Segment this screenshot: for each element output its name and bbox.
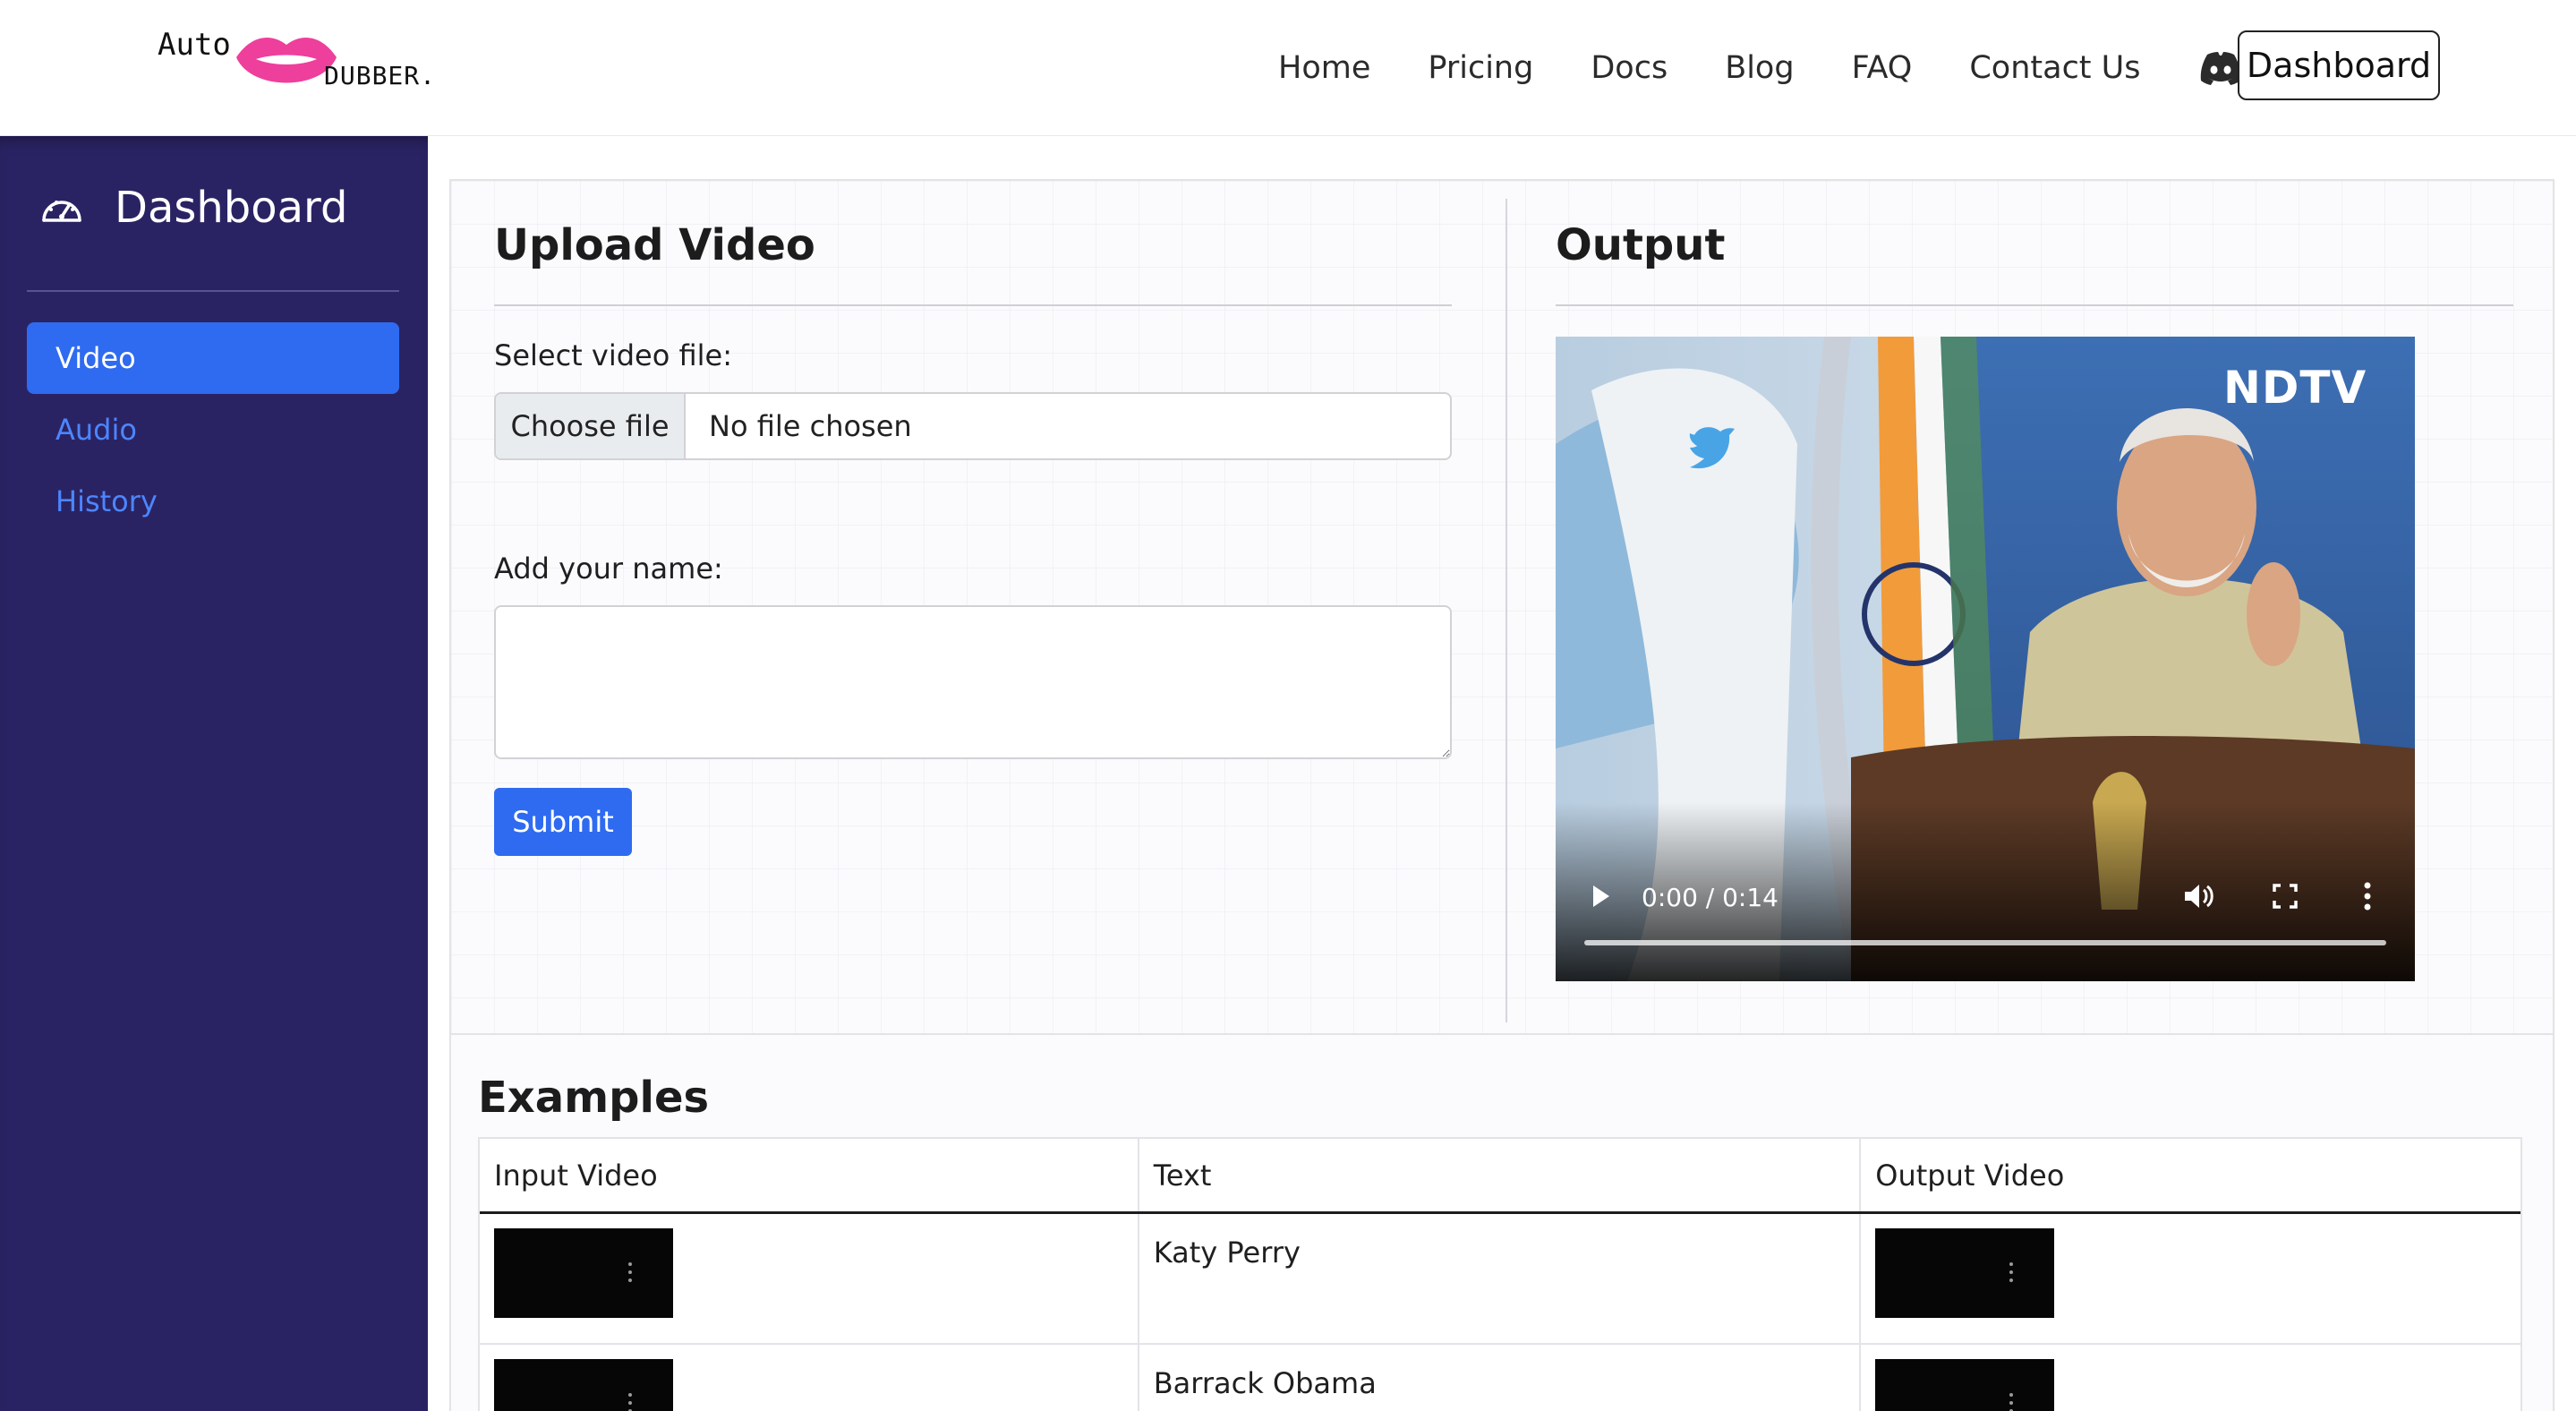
input-video-cell <box>480 1345 1139 1411</box>
text-cell: Barrack Obama <box>1139 1345 1862 1411</box>
column-header-output-video: Output Video <box>1875 1158 2065 1193</box>
output-video-thumbnail[interactable] <box>1875 1359 2055 1411</box>
video-time-display: 0:00 / 0:14 <box>1642 883 1778 912</box>
column-header-text: Text <box>1139 1139 1862 1211</box>
choose-file-button[interactable]: Choose file <box>496 394 686 458</box>
output-video-cell <box>1861 1214 2521 1343</box>
examples-card: Examples Input Video Text Output Video K… <box>449 1033 2555 1411</box>
speedometer-icon <box>42 201 81 222</box>
brand-logo[interactable]: Auto DUBBER. <box>158 25 435 100</box>
submit-button[interactable]: Submit <box>494 788 632 856</box>
more-options-icon[interactable] <box>628 1393 634 1411</box>
input-video-cell <box>480 1214 1139 1343</box>
sidebar: Dashboard Video Audio History <box>0 136 428 1411</box>
more-options-icon[interactable] <box>2009 1393 2015 1411</box>
nav-blog-link[interactable]: Blog <box>1725 50 1794 86</box>
examples-table: Input Video Text Output Video Katy Perry… <box>478 1137 2522 1411</box>
output-video-thumbnail[interactable] <box>1875 1228 2055 1318</box>
volume-icon[interactable] <box>2182 881 2218 911</box>
logo-text-top: Auto <box>158 27 231 63</box>
output-title: Output <box>1556 220 1726 270</box>
column-divider <box>1506 199 1507 1022</box>
output-video-player[interactable]: NDTV 0:00 / 0:14 <box>1556 337 2415 981</box>
file-field-label: Select video file: <box>494 338 732 372</box>
main-nav: Home Pricing Docs Blog FAQ Contact Us <box>1253 38 2286 98</box>
output-title-rule <box>1556 304 2513 306</box>
text-cell: Katy Perry <box>1139 1214 1862 1343</box>
file-status-text: No file chosen <box>709 409 912 443</box>
play-icon[interactable] <box>1590 883 1613 910</box>
upload-title: Upload Video <box>494 220 815 270</box>
logo-text-bottom: DUBBER. <box>324 61 437 90</box>
channel-logo: NDTV <box>2223 362 2367 414</box>
video-progress-bar[interactable] <box>1584 940 2386 945</box>
column-header-input-video: Input Video <box>480 1139 1139 1211</box>
sidebar-item-video[interactable]: Video <box>27 322 399 394</box>
top-navbar: Auto DUBBER. Home Pricing Docs Blog FAQ … <box>0 0 2576 136</box>
nav-docs-link[interactable]: Docs <box>1591 50 1668 86</box>
input-video-thumbnail[interactable] <box>494 1359 673 1411</box>
table-row: Barrack Obama <box>480 1345 2521 1411</box>
main-content: Upload Video Select video file: Choose f… <box>428 136 2576 1411</box>
input-video-thumbnail[interactable] <box>494 1228 673 1318</box>
nav-faq-link[interactable]: FAQ <box>1852 50 1913 86</box>
dashboard-button[interactable]: Dashboard <box>2238 30 2440 100</box>
video-file-input[interactable]: Choose file No file chosen <box>494 392 1452 460</box>
sidebar-header: Dashboard <box>39 179 347 236</box>
discord-icon[interactable] <box>2198 51 2243 85</box>
nav-contact-link[interactable]: Contact Us <box>1969 50 2140 86</box>
fullscreen-icon[interactable] <box>2272 883 2299 910</box>
output-video-cell <box>1861 1345 2521 1411</box>
nav-home-link[interactable]: Home <box>1278 50 1370 86</box>
upload-output-card: Upload Video Select video file: Choose f… <box>449 179 2555 1035</box>
table-row: Katy Perry <box>480 1214 2521 1345</box>
upload-title-rule <box>494 304 1452 306</box>
more-options-icon[interactable] <box>2009 1262 2015 1287</box>
nav-pricing-link[interactable]: Pricing <box>1428 50 1533 86</box>
more-options-icon[interactable] <box>2363 881 2372 911</box>
more-options-icon[interactable] <box>628 1262 634 1287</box>
sidebar-title: Dashboard <box>115 183 348 233</box>
sidebar-item-history[interactable]: History <box>27 466 399 537</box>
name-textarea[interactable] <box>494 605 1452 759</box>
name-field-label: Add your name: <box>494 552 723 586</box>
table-header: Input Video Text Output Video <box>480 1139 2521 1214</box>
sidebar-divider <box>27 290 399 292</box>
sidebar-item-audio[interactable]: Audio <box>27 394 399 466</box>
examples-title: Examples <box>478 1073 710 1123</box>
